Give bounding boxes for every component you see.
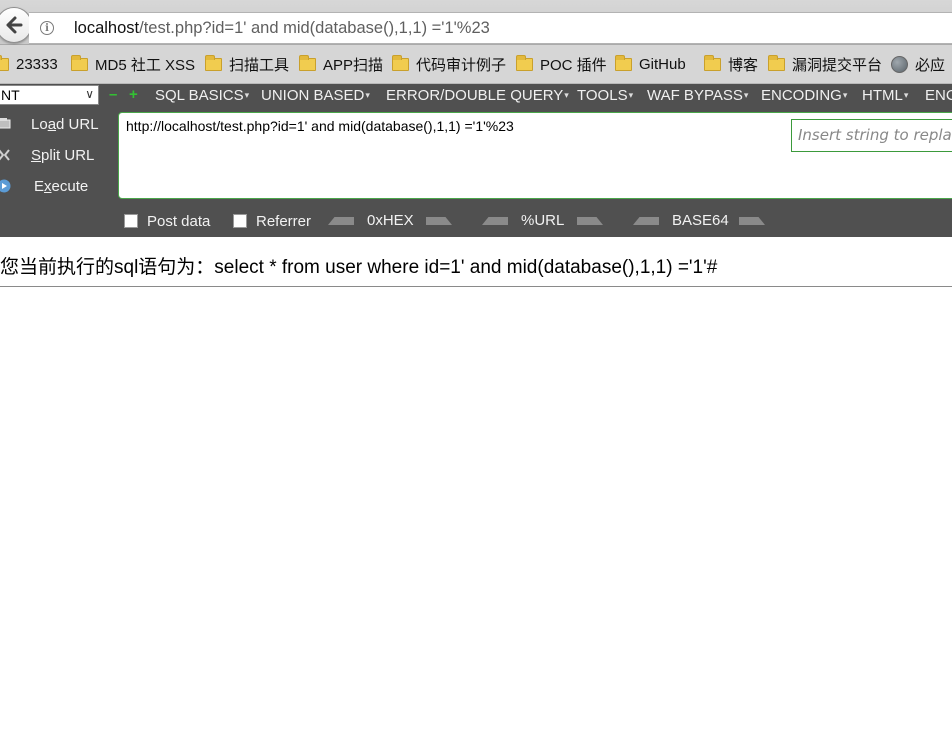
plus-icon[interactable]: + — [129, 86, 138, 103]
folder-icon — [392, 54, 409, 71]
base64-encode-arrow-icon[interactable] — [739, 217, 765, 225]
bookmark-scan-tools[interactable]: 扫描工具 — [205, 45, 289, 83]
menu-waf-bypass[interactable]: WAF BYPASS ▾ — [647, 84, 748, 106]
url-encoder-label: %URL — [521, 212, 565, 229]
chevron-down-icon: ∨ — [85, 87, 94, 101]
folder-icon — [71, 54, 88, 71]
url-text[interactable]: localhost/test.php?id=1' and mid(databas… — [74, 19, 490, 38]
split-url-icon — [0, 149, 10, 161]
bookmark-poc[interactable]: POC 插件 — [516, 45, 607, 83]
bookmark-blog[interactable]: 博客 — [704, 45, 758, 83]
post-data-label: Post data — [147, 212, 211, 230]
bookmark-bing[interactable]: 必应 — [891, 45, 945, 83]
menu-label: TOOLS — [577, 86, 628, 104]
load-url-label: Load URL — [31, 115, 99, 133]
menu-html[interactable]: HTML ▾ — [862, 84, 908, 106]
menu-label: UNION BASED — [261, 86, 365, 104]
bookmark-label: POC 插件 — [540, 56, 607, 74]
post-data-checkbox[interactable]: Post data — [124, 212, 210, 230]
minus-icon[interactable]: – — [109, 86, 117, 103]
folder-icon — [299, 54, 316, 71]
bookmark-label: 代码审计例子 — [416, 56, 507, 74]
hex-encoder-label: 0xHEX — [367, 212, 414, 229]
folder-icon — [768, 54, 785, 71]
back-button[interactable] — [0, 7, 32, 43]
checkbox-box[interactable] — [233, 214, 247, 228]
dropdown-dot-icon: ▾ — [628, 89, 634, 100]
menu-encoding[interactable]: ENCODING ▾ — [761, 84, 847, 106]
url-host: localhost — [74, 18, 140, 37]
menu-enc[interactable]: ENC — [925, 84, 952, 106]
menu-label: WAF BYPASS — [647, 86, 743, 104]
back-arrow-icon — [6, 16, 23, 34]
menu-label: SQL BASICS — [155, 86, 244, 104]
bookmark-app-scan[interactable]: APP扫描 — [299, 45, 383, 83]
menu-label: ENC — [925, 86, 952, 104]
hackbar: NT ∨ – + SQL BASICS ▾ UNION BASED ▾ ERROR/… — [0, 84, 952, 237]
menu-sql-basics[interactable]: SQL BASICS ▾ — [155, 84, 249, 106]
load-url-button[interactable]: Load URL — [0, 110, 110, 138]
dropdown-dot-icon: ▾ — [564, 89, 569, 100]
split-url-button[interactable]: Split URL — [0, 141, 110, 169]
bookmark-label: 必应 — [915, 56, 946, 74]
url-path: /test.php?id=1' and mid(database(),1,1) … — [139, 18, 490, 37]
dropdown-dot-icon: ▾ — [842, 89, 848, 100]
bookmark-23333[interactable]: 23333 — [0, 45, 58, 83]
bookmark-label: APP扫描 — [323, 56, 384, 74]
replace-string-input[interactable]: Insert string to replace — [791, 119, 952, 152]
sql-result-text: 您当前执行的sql语句为：select * from user where id… — [0, 257, 718, 278]
menu-label: HTML — [862, 86, 903, 104]
menu-error-double-query[interactable]: ERROR/DOUBLE QUERY ▾ — [386, 84, 569, 106]
menu-tools[interactable]: TOOLS ▾ — [577, 84, 633, 106]
bookmark-code-audit[interactable]: 代码审计例子 — [392, 45, 506, 83]
hex-decode-arrow-icon[interactable] — [328, 217, 354, 225]
folder-icon — [205, 54, 222, 71]
folder-icon — [0, 54, 9, 71]
hex-encode-arrow-icon[interactable] — [426, 217, 452, 225]
menu-label: ENCODING — [761, 86, 842, 104]
bookmark-label: 博客 — [728, 56, 759, 74]
folder-icon — [516, 54, 533, 71]
dropdown-dot-icon: ▾ — [365, 89, 370, 100]
base64-encoder-label: BASE64 — [672, 212, 729, 229]
bookmark-md5[interactable]: MD5 社工 XSS — [71, 45, 195, 83]
referrer-checkbox[interactable]: Referrer — [233, 212, 311, 230]
url-decode-arrow-icon[interactable] — [482, 217, 508, 225]
split-url-label: Split URL — [31, 146, 95, 164]
bookmark-label: 漏洞提交平台 — [792, 56, 883, 74]
bookmark-label: 扫描工具 — [229, 56, 290, 74]
execute-label: Execute — [34, 177, 89, 195]
dropdown-dot-icon: ▾ — [244, 89, 250, 100]
info-icon[interactable]: i — [40, 21, 54, 35]
bookmark-vuln-platform[interactable]: 漏洞提交平台 — [768, 45, 882, 83]
folder-icon — [704, 54, 721, 71]
select-value: NT — [1, 87, 20, 103]
address-bar: i localhost/test.php?id=1' and mid(datab… — [0, 0, 952, 45]
bookmark-label: MD5 社工 XSS — [95, 56, 196, 74]
url-field[interactable]: i localhost/test.php?id=1' and mid(datab… — [29, 12, 952, 44]
menu-union-based[interactable]: UNION BASED ▾ — [261, 84, 370, 106]
checkbox-box[interactable] — [124, 214, 138, 228]
dropdown-dot-icon: ▾ — [743, 89, 749, 100]
execute-play-icon — [0, 179, 11, 193]
folder-icon — [615, 54, 632, 71]
base64-decode-arrow-icon[interactable] — [633, 217, 659, 225]
bookmarks-toolbar: 23333 MD5 社工 XSS 扫描工具 APP扫描 代码审计例子 POC 插… — [0, 45, 952, 84]
bookmark-label: 23333 — [16, 55, 58, 73]
dropdown-dot-icon: ▾ — [903, 89, 909, 100]
execute-button[interactable]: Execute — [0, 172, 110, 200]
bookmark-label: GitHub — [639, 55, 686, 73]
bookmark-github[interactable]: GitHub — [615, 45, 686, 83]
divider — [0, 286, 952, 287]
url-encode-arrow-icon[interactable] — [577, 217, 603, 225]
referrer-label: Referrer — [256, 212, 312, 230]
load-url-icon — [0, 118, 11, 129]
globe-icon — [891, 55, 908, 73]
injection-type-select[interactable]: NT ∨ — [0, 85, 99, 105]
menu-label: ERROR/DOUBLE QUERY — [386, 86, 564, 104]
